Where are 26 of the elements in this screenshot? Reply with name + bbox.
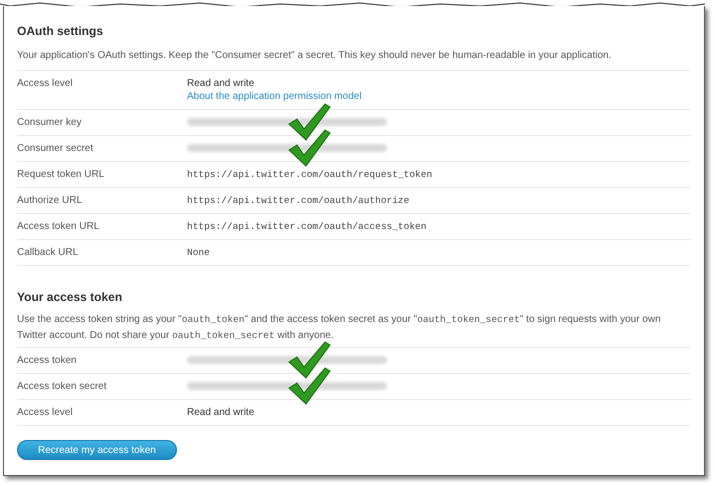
checkmark-icon [287,102,331,142]
recreate-token-button[interactable]: Recreate my access token [17,440,177,460]
field-label: Consumer key [17,116,82,129]
field-value: Read and write [187,406,254,419]
field-label: Access token URL [17,220,100,233]
field-value: Read and write [187,77,256,90]
section-title: Your access token [17,289,124,306]
field-label: Callback URL [17,246,80,259]
section-description: Use the access token string as your "oauth_token" and the access token secret as your "oauth_token_secret" to sign requests with your own Twitter account. Do not share your oauth_token_secret with anyone. [17,312,691,348]
field-value: https://api.twitter.com/oauth/authorize [187,194,410,207]
field-value: https://api.twitter.com/oauth/access_token [187,220,426,233]
field-label: Consumer secret [17,142,94,155]
checkmark-icon [287,128,331,168]
field-label: Request token URL [17,168,106,181]
field-value: None [187,246,210,259]
field-label: Access token [17,354,78,367]
checkmark-icon [287,340,331,380]
section-title: OAuth settings [17,23,104,40]
section-description: Your application's OAuth settings. Keep the "Consumer secret" a secret. This key should never be human-readable in your application. [17,48,691,71]
field-label: Access level [17,406,74,419]
field-value: https://api.twitter.com/oauth/request_token [187,168,432,181]
field-label: Access token secret [17,380,108,393]
field-label: Access level [17,77,74,91]
permission-model-link[interactable]: About the application permission model [187,90,362,103]
field-label: Authorize URL [17,194,84,207]
checkmark-icon [287,366,331,406]
